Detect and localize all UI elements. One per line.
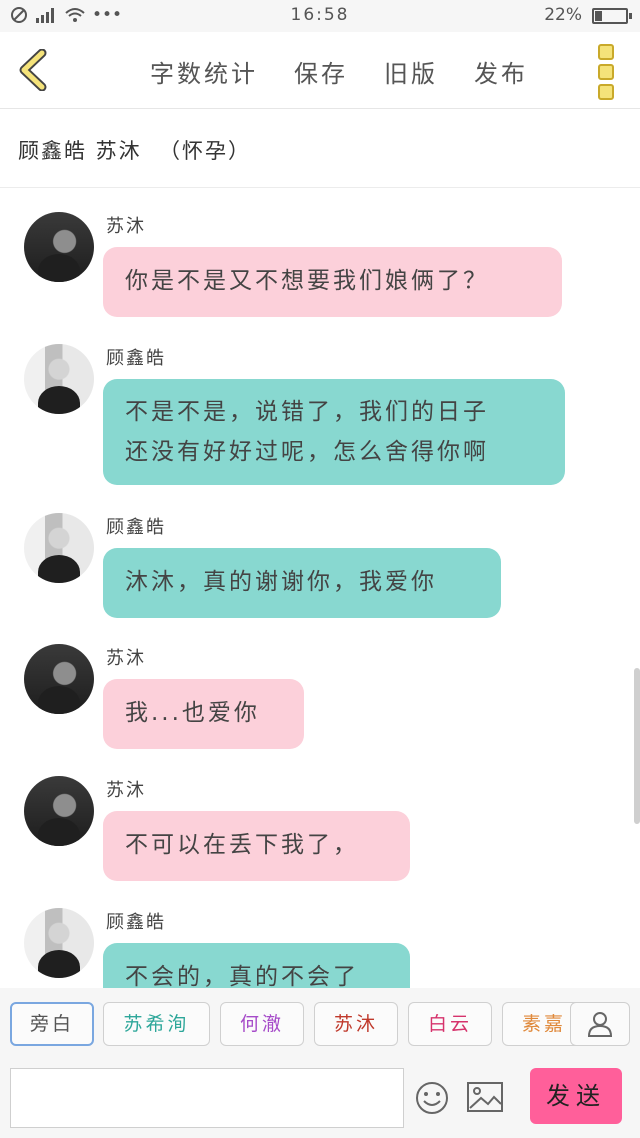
word-count-button[interactable]: 字数统计: [150, 54, 258, 89]
user-icon: [587, 1012, 613, 1037]
message-bubble[interactable]: 不会的，真的不会了: [103, 943, 410, 988]
input-bar: 发送: [0, 1066, 640, 1138]
publish-button[interactable]: 发布: [474, 54, 528, 89]
battery-percent: 22%: [544, 5, 582, 25]
character-chip-he-che[interactable]: 何澈: [220, 1002, 304, 1046]
character-chip-su-mu[interactable]: 苏沐: [314, 1002, 398, 1046]
chat-list[interactable]: 苏沐 你是不是又不想要我们娘俩了？ 顾鑫皓 不是不是，说错了，我们的日子 还没有…: [0, 190, 640, 988]
emoji-icon[interactable]: [414, 1080, 450, 1116]
avatar[interactable]: [24, 212, 94, 282]
battery-fill: [595, 11, 602, 21]
avatar[interactable]: [24, 644, 94, 714]
sender-name: 顾鑫皓: [106, 517, 166, 538]
avatar[interactable]: [24, 513, 94, 583]
avatar[interactable]: [24, 908, 94, 978]
image-icon[interactable]: [466, 1080, 504, 1114]
sender-name: 苏沐: [106, 216, 146, 237]
top-toolbar: 字数统计 保存 旧版 发布: [0, 32, 640, 109]
save-button[interactable]: 保存: [294, 54, 348, 89]
character-selector: 旁白 苏希洵 何澈 苏沐 白云 素嘉: [0, 988, 640, 1066]
avatar[interactable]: [24, 344, 94, 414]
chat-scrollbar[interactable]: [634, 668, 640, 824]
message-bubble[interactable]: 沐沐，真的谢谢你，我爱你: [103, 548, 501, 618]
message-bubble[interactable]: 你是不是又不想要我们娘俩了？: [103, 247, 562, 317]
story-title[interactable]: 顾鑫皓 苏沐 （怀孕）: [18, 135, 251, 165]
chevron-left-icon: [19, 49, 47, 91]
message-bubble[interactable]: 我...也爱你: [103, 679, 304, 749]
more-vertical-icon[interactable]: [598, 44, 618, 100]
old-version-button[interactable]: 旧版: [384, 54, 438, 89]
message-bubble[interactable]: 不是不是，说错了，我们的日子 还没有好好过呢，怎么舍得你啊: [103, 379, 565, 485]
message-line: 还没有好好过呢，怎么舍得你啊: [125, 439, 489, 465]
message-line: 不是不是，说错了，我们的日子: [125, 399, 489, 425]
user-button[interactable]: [570, 1002, 630, 1046]
toolbar-menu: 字数统计 保存 旧版 发布: [150, 54, 528, 89]
sender-name: 顾鑫皓: [106, 912, 166, 933]
sender-name: 顾鑫皓: [106, 348, 166, 369]
character-chip-su-xixun[interactable]: 苏希洵: [103, 1002, 210, 1046]
send-button[interactable]: 发送: [530, 1068, 622, 1124]
character-chip-narrator[interactable]: 旁白: [10, 1002, 94, 1046]
message-bubble[interactable]: 不可以在丢下我了，: [103, 811, 410, 881]
status-bar: ••• 16:58 22%: [0, 0, 640, 32]
story-title-bar: 顾鑫皓 苏沐 （怀孕）: [0, 109, 640, 188]
battery-icon: [592, 8, 632, 24]
character-chip-bai-yun[interactable]: 白云: [408, 1002, 492, 1046]
sender-name: 苏沐: [106, 648, 146, 669]
message-input[interactable]: [10, 1068, 404, 1128]
sender-name: 苏沐: [106, 780, 146, 801]
avatar[interactable]: [24, 776, 94, 846]
back-button[interactable]: [14, 48, 54, 92]
